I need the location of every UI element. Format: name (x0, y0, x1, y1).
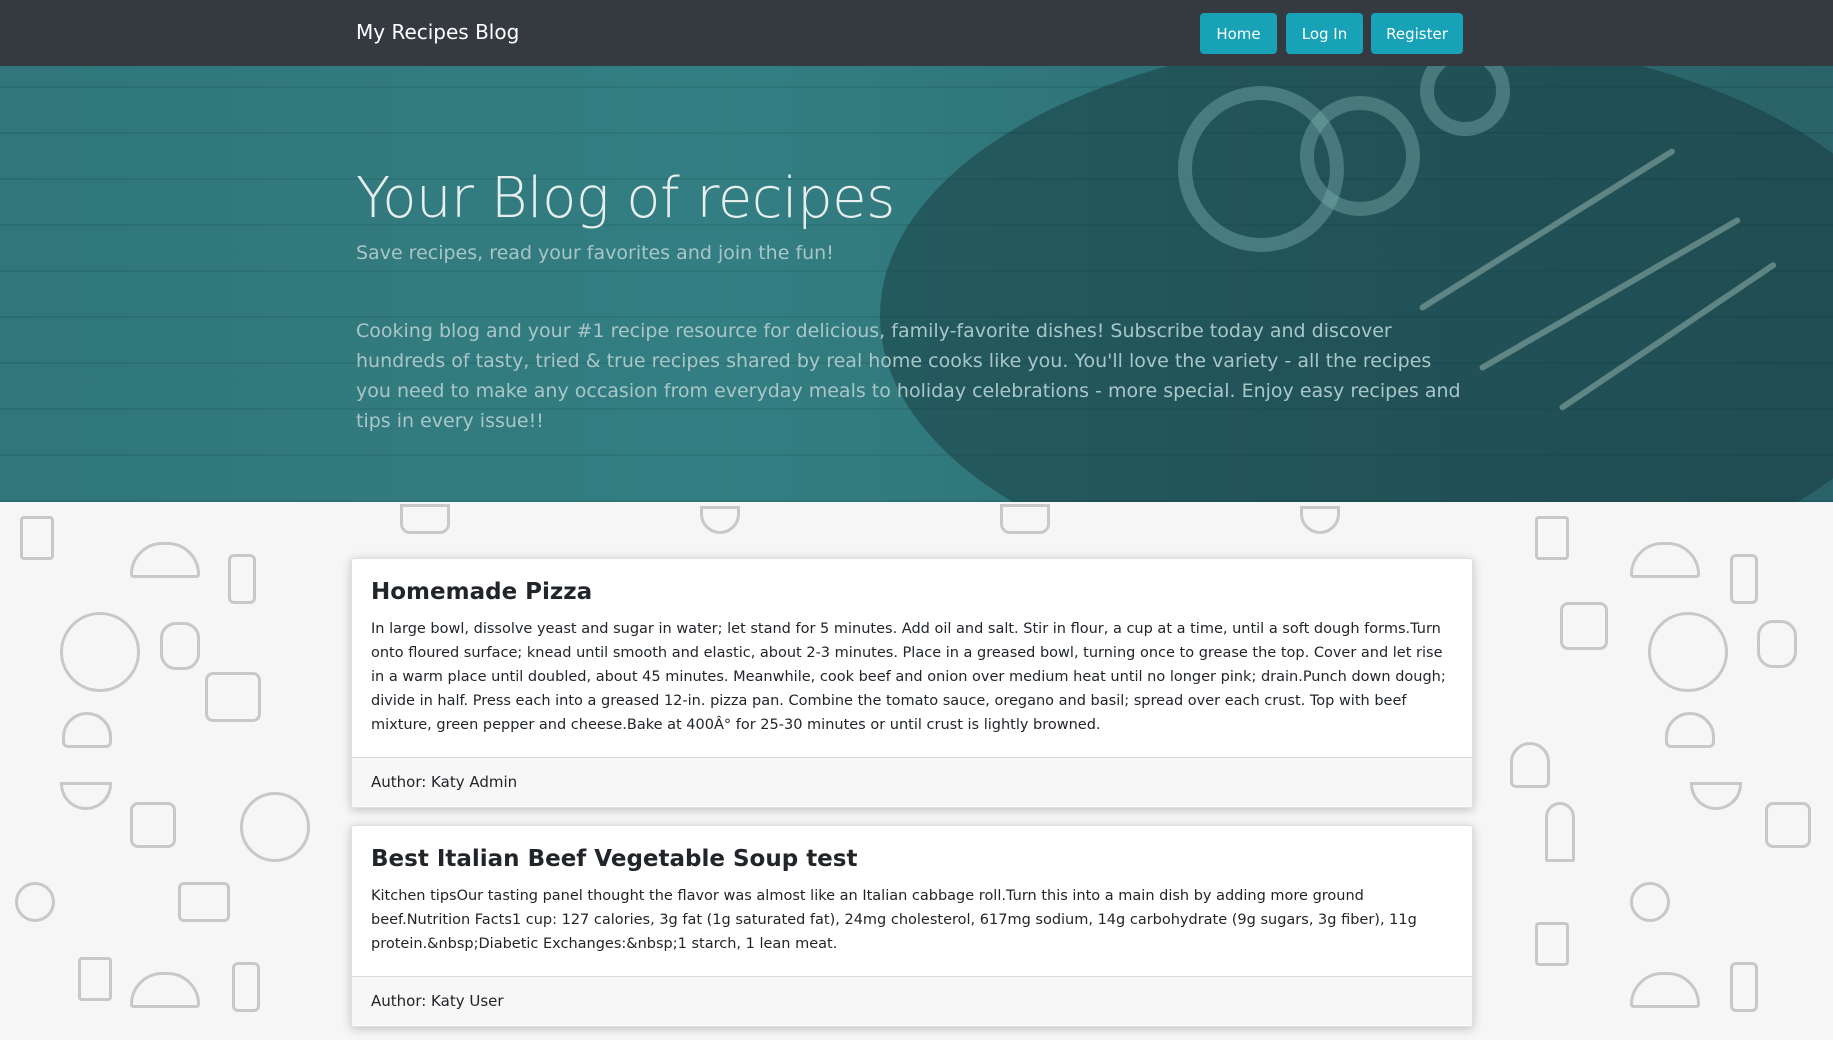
chef-hat-doodle-icon (400, 504, 450, 534)
home-button[interactable]: Home (1200, 13, 1277, 54)
pizza-doodle-icon (1648, 612, 1728, 692)
recipe-body: Kitchen tipsOur tasting panel thought th… (371, 888, 1417, 952)
cloche-doodle-icon (130, 972, 200, 1008)
oven-doodle-icon (205, 672, 261, 722)
cup-doodle-icon (1535, 516, 1569, 560)
recipe-title: Best Italian Beef Vegetable Soup test (371, 846, 858, 872)
watermelon-doodle-icon (1690, 782, 1742, 810)
top-navbar: My Recipes Blog Home Log In Register (0, 0, 1833, 66)
recipe-body: In large bowl, dissolve yeast and sugar … (371, 621, 1446, 733)
mixer-doodle-icon (130, 802, 176, 848)
bottle-doodle-icon (228, 554, 256, 604)
onion-ring-decoration (1300, 96, 1420, 216)
recipe-card: Best Italian Beef Vegetable Soup test Ki… (351, 825, 1473, 1027)
bowl-doodle-icon (700, 506, 740, 534)
hero-lead: Save recipes, read your favorites and jo… (356, 242, 834, 264)
ice-cream-doodle-icon (1545, 802, 1575, 862)
recipe-title: Homemade Pizza (371, 579, 593, 605)
watermelon-doodle-icon (60, 782, 112, 810)
bottle-doodle-icon (232, 962, 260, 1012)
burger-doodle-icon (1665, 712, 1715, 748)
pizza-doodle-icon (240, 792, 310, 862)
pot-doodle-icon (178, 882, 230, 922)
cloche-doodle-icon (1630, 972, 1700, 1008)
recipe-author: Author: Katy User (352, 976, 1472, 1025)
cloche-doodle-icon (1630, 542, 1700, 578)
register-button[interactable]: Register (1371, 13, 1463, 54)
mitten-doodle-icon (160, 622, 200, 670)
mixer-doodle-icon (1765, 802, 1811, 848)
coffee-doodle-icon (1560, 602, 1608, 650)
pot-doodle-icon (1510, 742, 1550, 788)
cup-doodle-icon (1535, 922, 1569, 966)
hero-banner: Your Blog of recipes Save recipes, read … (0, 66, 1833, 502)
hero-description: Cooking blog and your #1 recipe resource… (356, 320, 1461, 432)
burger-doodle-icon (62, 712, 112, 748)
recipe-author: Author: Katy Admin (352, 757, 1472, 806)
chef-hat-doodle-icon (1000, 504, 1050, 534)
cup-doodle-icon (20, 516, 54, 560)
bottle-doodle-icon (1730, 554, 1758, 604)
cup-doodle-icon (78, 957, 112, 1001)
mitten-doodle-icon (1757, 620, 1797, 668)
bottle-doodle-icon (1730, 962, 1758, 1012)
bowl-doodle-icon (1300, 506, 1340, 534)
recipe-card: Homemade Pizza In large bowl, dissolve y… (351, 558, 1473, 808)
chef-hat-doodle-icon (15, 882, 55, 922)
hero-title: Your Blog of recipes (356, 166, 895, 231)
site-brand[interactable]: My Recipes Blog (356, 20, 519, 44)
cloche-doodle-icon (130, 542, 200, 578)
chef-hat-doodle-icon (1630, 882, 1670, 922)
login-button[interactable]: Log In (1286, 13, 1363, 54)
pizza-doodle-icon (60, 612, 140, 692)
